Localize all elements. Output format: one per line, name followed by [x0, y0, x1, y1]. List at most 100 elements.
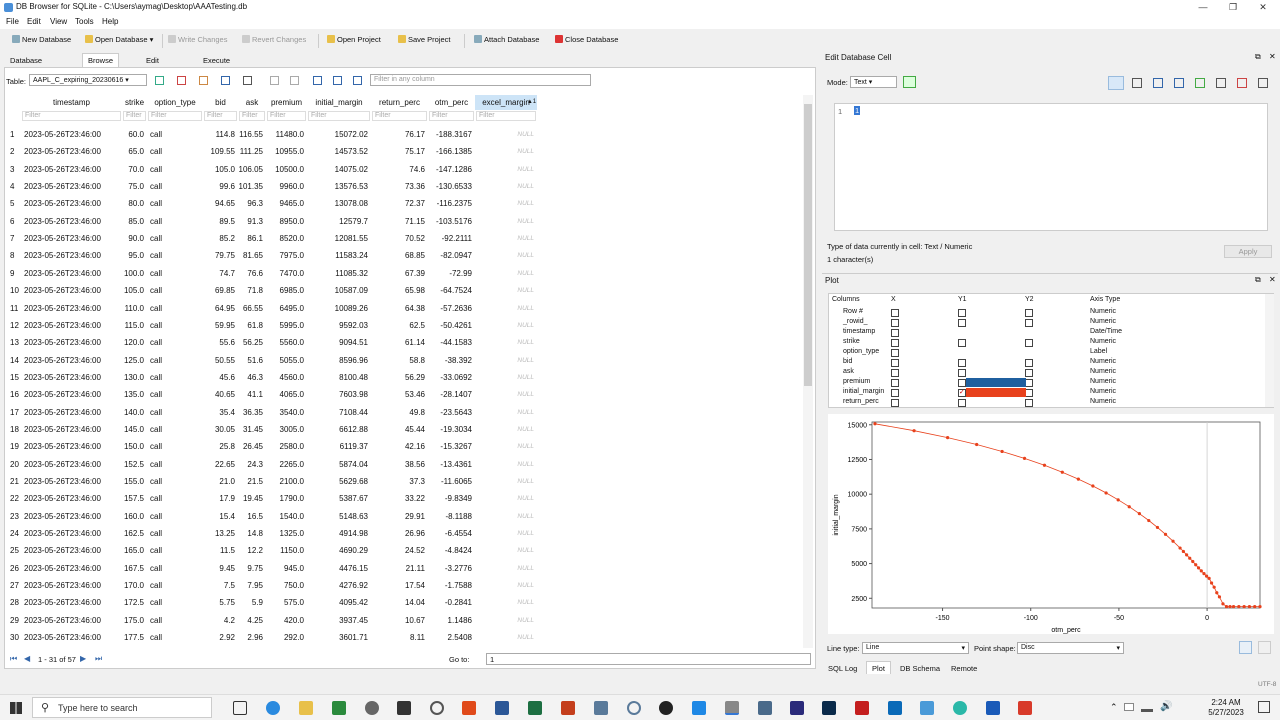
cell-bid[interactable]: 79.75 — [203, 247, 238, 264]
cell-timestamp[interactable]: 2023-05-26T23:46:00 — [21, 421, 122, 438]
row-number[interactable]: 27 — [7, 577, 21, 594]
row-number[interactable]: 26 — [7, 560, 21, 577]
cell-return_perc[interactable]: 26.96 — [371, 525, 428, 542]
photos-icon[interactable] — [758, 701, 772, 715]
cell-ask[interactable]: 81.65 — [238, 247, 266, 264]
cell-return_perc[interactable]: 67.39 — [371, 265, 428, 282]
table-row[interactable]: 9 2023-05-26T23:46:00 100.0 call 74.7 76.6 747… — [7, 265, 537, 282]
y2-checkbox[interactable] — [1025, 339, 1033, 347]
cell-excel-margin[interactable]: NULL — [475, 352, 537, 369]
cell-premium[interactable]: 3005.0 — [266, 421, 307, 438]
cell-premium[interactable]: 420.0 — [266, 612, 307, 629]
cell-excel-margin[interactable]: NULL — [475, 317, 537, 334]
row-number[interactable]: 20 — [7, 456, 21, 473]
column-header-return_perc[interactable]: return_perc — [371, 95, 428, 110]
cell-strike[interactable]: 70.0 — [122, 161, 147, 178]
first-page-icon[interactable]: ⏮ — [10, 654, 17, 664]
cell-option_type[interactable]: call — [147, 386, 203, 403]
menu-view[interactable]: View — [50, 17, 67, 26]
cell-timestamp[interactable]: 2023-05-26T23:46:00 — [21, 143, 122, 160]
x-axis-checkbox[interactable] — [891, 369, 899, 377]
chrome-icon[interactable] — [953, 701, 967, 715]
tab-sql-log[interactable]: SQL Log — [822, 661, 863, 674]
cell-strike[interactable]: 90.0 — [122, 230, 147, 247]
cell-option_type[interactable]: call — [147, 421, 203, 438]
cell-excel-margin[interactable]: NULL — [475, 161, 537, 178]
cell-ask[interactable]: 66.55 — [238, 300, 266, 317]
cell-otm_perc[interactable]: -44.1583 — [428, 334, 475, 351]
table-row[interactable]: 2 2023-05-26T23:46:00 65.0 call 109.55 111.25… — [7, 143, 537, 160]
cell-return_perc[interactable]: 10.67 — [371, 612, 428, 629]
cell-excel-margin[interactable]: NULL — [475, 143, 537, 160]
media-icon[interactable] — [430, 701, 444, 715]
row-number[interactable]: 7 — [7, 230, 21, 247]
cell-return_perc[interactable]: 64.38 — [371, 300, 428, 317]
cell-bid[interactable]: 59.95 — [203, 317, 238, 334]
cell-return_perc[interactable]: 58.8 — [371, 352, 428, 369]
column-filter-input[interactable]: Filter — [267, 111, 306, 121]
table-row[interactable]: 6 2023-05-26T23:46:00 85.0 call 89.5 91.3 8950… — [7, 213, 537, 230]
cell-otm_perc[interactable]: -50.4261 — [428, 317, 475, 334]
cell-return_perc[interactable]: 14.04 — [371, 594, 428, 611]
cell-timestamp[interactable]: 2023-05-26T23:46:00 — [21, 560, 122, 577]
image-icon[interactable] — [1216, 78, 1226, 88]
cell-bid[interactable]: 45.6 — [203, 369, 238, 386]
column-header-bid[interactable]: bid — [203, 95, 238, 110]
cell-return_perc[interactable]: 29.91 — [371, 508, 428, 525]
column-filter-input[interactable]: Filter — [429, 111, 474, 121]
cell-initial_margin[interactable]: 12579.7 — [307, 213, 371, 230]
grid-scrollbar-thumb[interactable] — [804, 104, 812, 386]
cell-timestamp[interactable]: 2023-05-26T23:46:00 — [21, 334, 122, 351]
cell-otm_perc[interactable]: -188.3167 — [428, 126, 475, 143]
cell-otm_perc[interactable]: -64.7524 — [428, 282, 475, 299]
cell-return_perc[interactable]: 42.16 — [371, 438, 428, 455]
cell-initial_margin[interactable]: 4276.92 — [307, 577, 371, 594]
y2-checkbox[interactable] — [1025, 309, 1033, 317]
cell-excel-margin[interactable]: NULL — [475, 265, 537, 282]
row-number[interactable]: 12 — [7, 317, 21, 334]
delete-record-icon[interactable] — [290, 76, 299, 85]
table-row[interactable]: 11 2023-05-26T23:46:00 110.0 call 64.95 66.55… — [7, 300, 537, 317]
cell-bid[interactable]: 11.5 — [203, 542, 238, 559]
row-number[interactable]: 3 — [7, 161, 21, 178]
cell-premium[interactable]: 2100.0 — [266, 473, 307, 490]
outlook-blue-icon[interactable] — [986, 701, 1000, 715]
tab-execute-sql[interactable]: Execute SQL — [197, 53, 236, 74]
cell-bid[interactable]: 85.2 — [203, 230, 238, 247]
cell-ask[interactable]: 41.1 — [238, 386, 266, 403]
cell-excel-margin[interactable]: NULL — [475, 247, 537, 264]
task-view-icon[interactable] — [233, 701, 247, 715]
cell-option_type[interactable]: call — [147, 352, 203, 369]
cell-initial_margin[interactable]: 4914.98 — [307, 525, 371, 542]
cell-otm_perc[interactable]: 2.5408 — [428, 629, 475, 646]
cell-option_type[interactable]: call — [147, 577, 203, 594]
line-type-select[interactable]: Line ▾ — [862, 642, 969, 654]
table-row[interactable]: 23 2023-05-26T23:46:00 160.0 call 15.4 16.5 15… — [7, 508, 537, 525]
table-row[interactable]: 24 2023-05-26T23:46:00 162.5 call 13.25 14.8 1… — [7, 525, 537, 542]
cell-bid[interactable]: 13.25 — [203, 525, 238, 542]
x-axis-checkbox[interactable] — [891, 379, 899, 387]
cell-strike[interactable]: 157.5 — [122, 490, 147, 507]
cell-excel-margin[interactable]: NULL — [475, 490, 537, 507]
cell-premium[interactable]: 1325.0 — [266, 525, 307, 542]
row-number[interactable]: 23 — [7, 508, 21, 525]
cell-otm_perc[interactable]: -13.4361 — [428, 456, 475, 473]
cell-initial_margin[interactable]: 10587.09 — [307, 282, 371, 299]
cell-otm_perc[interactable]: -9.8349 — [428, 490, 475, 507]
cell-strike[interactable]: 100.0 — [122, 265, 147, 282]
wifi-icon[interactable] — [1141, 702, 1153, 712]
cell-bid[interactable]: 7.5 — [203, 577, 238, 594]
word-wrap-icon[interactable] — [1108, 76, 1124, 90]
cell-otm_perc[interactable]: -6.4554 — [428, 525, 475, 542]
cell-initial_margin[interactable]: 15072.02 — [307, 126, 371, 143]
close-database-button[interactable]: Close Database — [555, 35, 618, 44]
table-row[interactable]: 20 2023-05-26T23:46:00 152.5 call 22.65 24.3 2… — [7, 456, 537, 473]
cell-return_perc[interactable]: 61.14 — [371, 334, 428, 351]
cell-excel-margin[interactable]: NULL — [475, 473, 537, 490]
cell-excel-margin[interactable]: NULL — [475, 334, 537, 351]
table-row[interactable]: 4 2023-05-26T23:46:00 75.0 call 99.6 101.35 99… — [7, 178, 537, 195]
cell-bid[interactable]: 50.55 — [203, 352, 238, 369]
column-header-premium[interactable]: premium — [266, 95, 307, 110]
cell-strike[interactable]: 105.0 — [122, 282, 147, 299]
x-axis-checkbox[interactable] — [891, 319, 899, 327]
